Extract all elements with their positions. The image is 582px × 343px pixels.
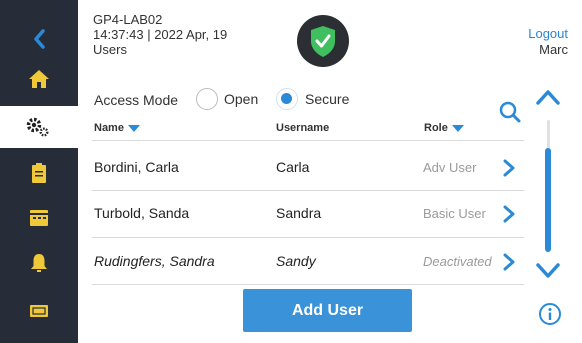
divider (92, 284, 524, 285)
chevron-right-icon[interactable] (502, 158, 516, 178)
device-name: GP4-LAB02 (93, 12, 163, 27)
sidebar (0, 0, 78, 343)
table-row[interactable]: Rudingfers, Sandra Sandy Deactivated (92, 240, 524, 284)
sidebar-item-tasks[interactable] (0, 152, 78, 194)
cell-role: Adv User (423, 160, 477, 175)
divider (92, 190, 524, 191)
divider (92, 237, 524, 238)
table-row[interactable]: Turbold, Sanda Sandra Basic User (92, 192, 524, 236)
ticket-icon (30, 305, 48, 317)
scrollbar-thumb[interactable] (545, 148, 551, 252)
cell-name: Rudingfers, Sandra (94, 253, 215, 269)
access-secure-radio[interactable] (276, 88, 298, 110)
page-title: Users (93, 42, 127, 57)
cell-username: Sandy (276, 253, 316, 269)
scroll-up-button[interactable] (534, 86, 562, 108)
cell-username: Sandra (276, 205, 322, 221)
table-row[interactable]: Bordini, Carla Carla Adv User (92, 146, 524, 190)
settings-gears-icon (26, 117, 49, 137)
sidebar-item-license[interactable] (0, 290, 78, 332)
calendar-icon (30, 210, 48, 226)
secure-status-icon (297, 15, 349, 67)
sidebar-item-home[interactable] (0, 58, 78, 100)
sort-down-icon (451, 124, 464, 132)
cell-username: Carla (276, 159, 310, 175)
scroll-down-button[interactable] (534, 260, 562, 282)
cell-role: Deactivated (423, 254, 492, 269)
current-user: Marc (539, 42, 568, 57)
access-secure-label[interactable]: Secure (305, 91, 349, 107)
access-mode-label: Access Mode (94, 92, 179, 108)
cell-name: Bordini, Carla (94, 159, 179, 175)
column-header-username: Username (276, 122, 330, 134)
sidebar-item-alarms[interactable] (0, 242, 78, 284)
sidebar-item-settings[interactable] (0, 106, 78, 148)
column-header-name[interactable]: Name (94, 122, 140, 134)
sidebar-item-calendar[interactable] (0, 196, 78, 238)
cell-name: Turbold, Sanda (94, 205, 190, 221)
chevron-right-icon[interactable] (502, 252, 516, 272)
cell-role: Basic User (423, 206, 486, 221)
sort-down-icon (127, 124, 140, 132)
clipboard-icon (32, 163, 46, 183)
info-icon[interactable] (538, 302, 562, 326)
chevron-right-icon[interactable] (502, 204, 516, 224)
back-button[interactable] (0, 18, 78, 60)
add-user-button[interactable]: Add User (243, 289, 412, 332)
search-icon[interactable] (498, 100, 522, 124)
datetime: 14:37:43 | 2022 Apr, 19 (93, 27, 228, 42)
divider (92, 140, 524, 141)
access-open-radio[interactable] (196, 88, 218, 110)
back-arrow-icon (34, 29, 45, 49)
users-screen: GP4-LAB02 14:37:43 | 2022 Apr, 19 Users … (0, 0, 582, 343)
access-open-label[interactable]: Open (224, 91, 258, 107)
bell-icon (31, 254, 47, 272)
home-icon (29, 70, 49, 88)
column-header-role[interactable]: Role (424, 122, 464, 134)
logout-link[interactable]: Logout (528, 26, 568, 41)
